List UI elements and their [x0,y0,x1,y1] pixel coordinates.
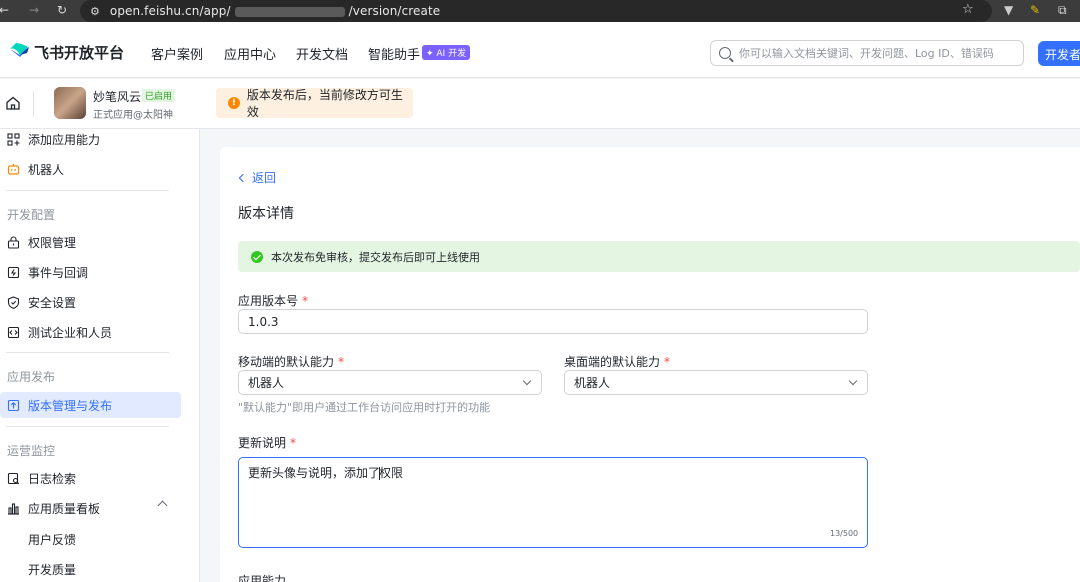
shield-icon [7,295,20,309]
sidebar-item-security[interactable]: 安全设置 [0,289,190,315]
desktop-capability-select[interactable]: 机器人 [564,370,868,395]
search-input[interactable] [739,46,1019,60]
page-title: 版本详情 [238,206,294,222]
chevron-left-icon [238,173,248,182]
required-mark: * [664,355,671,369]
sidebar-item-log-search[interactable]: 日志检索 [0,465,190,491]
app-avatar [54,87,86,119]
event-icon [7,266,20,279]
log-search-icon [7,472,20,485]
mobile-capability-label: 移动端的默认能力 * [238,355,345,369]
app-header: 妙笔风云 已启用 正式应用@太阳神 ! 版本发布后，当前修改方可生效 [0,79,1080,129]
chevron-down-icon [848,376,858,386]
mobile-capability-select[interactable]: 机器人 [238,370,542,395]
app-name: 妙笔风云 [93,90,142,104]
chevron-down-icon [522,376,532,386]
sidebar-item-events[interactable]: 事件与回调 [0,259,190,285]
divider [6,426,169,427]
extensions-puzzle-icon[interactable]: ⧉ [1058,3,1067,18]
desktop-capability-label: 桌面端的默认能力 * [564,355,671,369]
url-redacted [234,6,345,17]
required-mark: * [302,294,309,308]
desktop-capability-value: 机器人 [574,376,611,390]
notice-text: 版本发布后，当前修改方可生效 [246,88,403,119]
doc-search[interactable] [710,40,1024,66]
version-value: 1.0.3 [248,314,279,329]
sidebar-item-robot[interactable]: 机器人 [0,156,190,182]
app-subtitle: 正式应用@太阳神 [93,110,173,121]
back-arrow-icon[interactable]: ← [0,3,14,17]
code-icon [7,326,20,339]
address-bar[interactable]: ⚙ open.feishu.cn/app//version/create [80,0,992,22]
extension-icon[interactable]: ▼ [1004,3,1013,17]
mobile-capability-value: 机器人 [248,376,285,390]
sidebar-item-permission[interactable]: 权限管理 [0,229,190,255]
version-label: 应用版本号 * [238,294,309,308]
ai-dev-badge: ✦ AI 开发 [422,45,471,60]
lock-icon [7,235,20,249]
bar-chart-icon [7,502,20,515]
sidebar-group-dev: 开发配置 [7,208,56,222]
check-circle-icon [251,250,263,263]
feishu-logo-icon[interactable] [8,41,30,59]
sidebar-item-label: 测试企业和人员 [28,325,113,340]
sidebar-group-ops: 运营监控 [7,444,56,458]
search-icon [719,47,731,59]
status-badge: 已启用 [142,89,176,102]
platform-logo-text[interactable]: 飞书开放平台 [34,42,124,63]
sidebar-item-add-capability[interactable]: 添加应用能力 [0,129,190,152]
forward-arrow-icon[interactable]: → [24,3,44,17]
sidebar-subitem-dev-quality[interactable]: 开发质量 [28,561,76,578]
nav-link-cases[interactable]: 客户案例 [151,44,203,63]
home-icon[interactable] [6,96,20,110]
top-navigation: 飞书开放平台 客户案例 应用中心 开发文档 智能助手 ✦ AI 开发 开发者后台 [0,22,1080,78]
nav-link-assistant[interactable]: 智能助手 [368,44,420,63]
extension-icon[interactable]: ✎ [1030,3,1040,17]
sidebar-group-release: 应用发布 [7,370,56,384]
site-settings-icon[interactable]: ⚙ [90,5,100,18]
sidebar-subitem-user-feedback[interactable]: 用户反馈 [28,531,76,548]
capability-section-label: 应用能力 [238,574,287,582]
sidebar-item-label: 日志检索 [28,471,77,486]
back-link[interactable]: 返回 [238,169,277,186]
release-notes-text-before-cursor: 更新头像与说明，添加了 [248,466,381,480]
sidebar-item-label: 版本管理与发布 [28,398,113,413]
url-text: open.feishu.cn/app//version/create [109,4,441,18]
upload-icon [7,399,20,412]
reload-icon[interactable]: ↻ [52,3,72,17]
divider [6,352,169,353]
browser-toolbar: ← → ↻ ⚙ open.feishu.cn/app//version/crea… [0,0,1080,22]
required-mark: * [338,355,345,369]
back-label: 返回 [252,171,277,185]
warning-icon: ! [228,97,240,109]
sidebar-item-label: 安全设置 [28,295,77,310]
success-text: 本次发布免审核，提交发布后即可上线使用 [271,250,480,264]
divider [6,190,169,191]
sidebar-item-version-release[interactable]: 版本管理与发布 [0,392,181,418]
release-notes-textarea[interactable]: 更新头像与说明，添加了权限 [238,457,868,548]
sidebar-item-label: 权限管理 [28,235,77,250]
developer-console-button[interactable]: 开发者后台 [1038,41,1080,66]
char-counter: 13/500 [830,529,859,538]
sidebar-item-label: 事件与回调 [28,265,89,280]
version-input[interactable]: 1.0.3 [238,309,868,334]
nav-link-app-center[interactable]: 应用中心 [224,44,276,63]
release-notes-text-after-cursor: 权限 [379,466,404,480]
sidebar-item-label: 机器人 [28,162,65,177]
sidebar-item-label: 添加应用能力 [28,132,101,147]
grid-plus-icon [7,132,20,146]
robot-icon [7,163,20,176]
sidebar-item-test-org[interactable]: 测试企业和人员 [0,319,190,345]
release-notice-banner: ! 版本发布后，当前修改方可生效 [216,88,413,119]
required-mark: * [290,436,297,450]
default-capability-hint: "默认能力"即用户通过工作台访问应用时打开的功能 [238,401,491,414]
divider [33,91,34,117]
sidebar: 添加应用能力 机器人 开发配置 权限管理 事件与回调 安全设置 测试企业和人员 … [0,129,200,582]
sidebar-item-label: 应用质量看板 [28,501,101,516]
bookmark-star-icon[interactable]: ☆ [962,2,974,17]
release-notes-label: 更新说明 * [238,436,297,450]
nav-link-docs[interactable]: 开发文档 [296,44,348,63]
success-banner: 本次发布免审核，提交发布后即可上线使用 [238,241,1080,272]
